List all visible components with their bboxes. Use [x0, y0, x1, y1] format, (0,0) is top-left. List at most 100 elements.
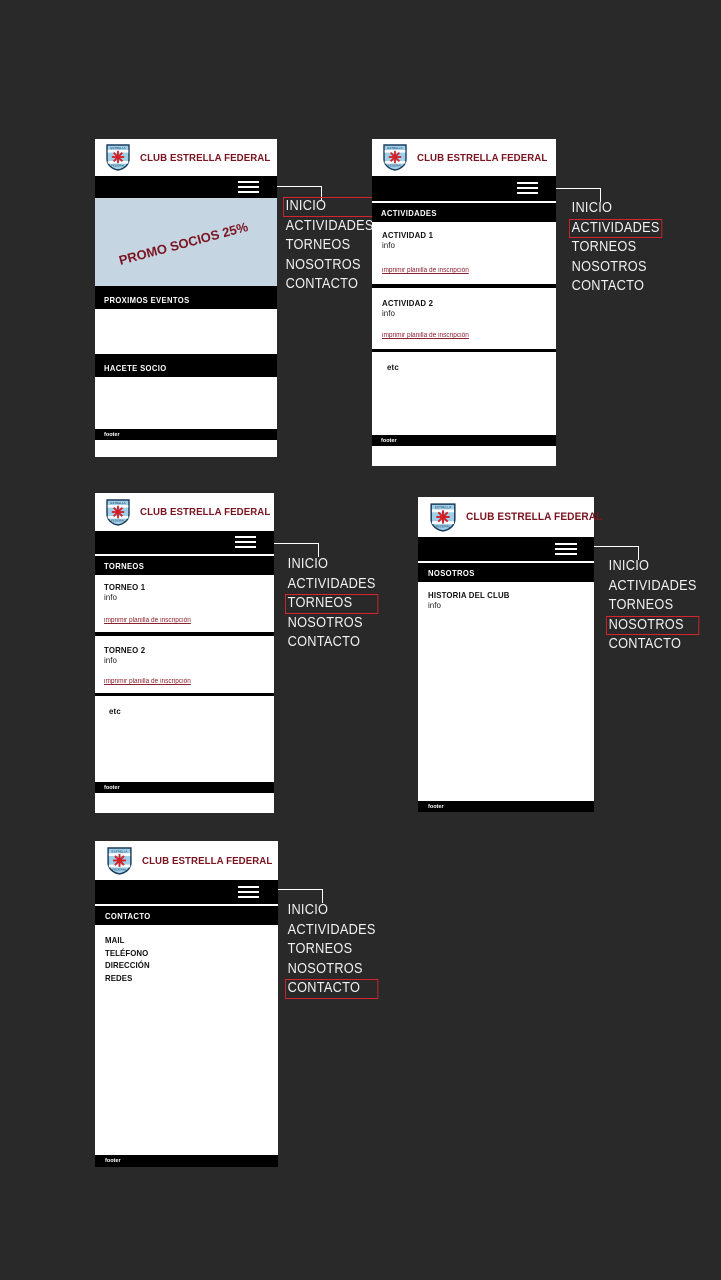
- hamburger-menu-icon[interactable]: [555, 543, 577, 555]
- section-bar-nosotros: NOSOTROS: [418, 563, 594, 582]
- app-header-nosotros: ESTRELLA FEDERAL CLUB ESTRELLA FEDERAL: [418, 497, 602, 537]
- menu-item-inicio[interactable]: INICIO: [283, 197, 377, 217]
- card-contacto-details: MAIL TELÉFONO DIRECCIÓN REDES: [95, 925, 278, 1155]
- footer-label: footer: [428, 803, 444, 810]
- footer-torneos: footer: [95, 782, 274, 793]
- brand-wordmark: CLUB ESTRELLA FEDERAL: [466, 511, 603, 523]
- section-bar-label: HACETE SOCIO: [104, 362, 167, 373]
- menu-item-torneos[interactable]: TORNEOS: [285, 940, 378, 960]
- menu-item-nosotros[interactable]: NOSOTROS: [569, 258, 662, 278]
- print-form-link[interactable]: imprimir planilla de inscripción: [382, 332, 469, 339]
- footer-inicio: footer: [95, 429, 277, 440]
- card-etc: etc: [95, 696, 274, 782]
- card-subtitle: info: [104, 656, 117, 665]
- navbar-torneos: [95, 531, 274, 554]
- hamburger-menu-icon[interactable]: [235, 536, 256, 548]
- mockup-actividades: ESTRELLA FEDERAL CLUB ESTRELLA FEDERAL A…: [372, 139, 556, 466]
- print-form-link[interactable]: imprimir planilla de inscripción: [104, 617, 191, 624]
- brand-wordmark: CLUB ESTRELLA FEDERAL: [417, 151, 548, 164]
- svg-text:FEDERAL: FEDERAL: [436, 524, 451, 528]
- brand-wordmark: CLUB ESTRELLA FEDERAL: [140, 151, 271, 164]
- card-title: ACTIVIDAD 1: [382, 230, 434, 240]
- club-shield-logo: ESTRELLA FEDERAL: [106, 498, 130, 526]
- print-form-link[interactable]: imprimir planilla de inscripción: [104, 678, 191, 685]
- mockup-torneos: ESTRELLA FEDERAL CLUB ESTRELLA FEDERAL T…: [95, 493, 274, 813]
- card-subtitle: info: [382, 241, 395, 250]
- menu-item-actividades[interactable]: ACTIVIDADES: [285, 921, 378, 941]
- section-bar-contacto: CONTACTO: [95, 906, 278, 925]
- app-header-inicio: ESTRELLA FEDERAL CLUB ESTRELLA FEDERAL: [95, 139, 277, 176]
- menu-item-torneos[interactable]: TORNEOS: [606, 596, 699, 616]
- svg-text:ESTRELLA: ESTRELLA: [435, 505, 452, 509]
- menu-item-torneos[interactable]: TORNEOS: [569, 238, 662, 258]
- card-torneo-2: TORNEO 2 info imprimir planilla de inscr…: [95, 636, 274, 693]
- menu-item-inicio[interactable]: INICIO: [285, 555, 378, 575]
- menu-item-contacto[interactable]: CONTACTO: [283, 275, 376, 295]
- hamburger-menu-icon[interactable]: [517, 182, 538, 194]
- menu-item-actividades[interactable]: ACTIVIDADES: [285, 575, 378, 595]
- navbar-contacto: [95, 880, 278, 904]
- svg-text:FEDERAL: FEDERAL: [388, 164, 402, 168]
- footer-nosotros: footer: [418, 801, 594, 812]
- menu-list-torneos[interactable]: INICIO ACTIVIDADES TORNEOS NOSOTROS CONT…: [285, 555, 391, 653]
- brand-wordmark: CLUB ESTRELLA FEDERAL: [140, 506, 271, 518]
- section-bar-proximos-eventos: PROXIMOS EVENTOS: [95, 290, 277, 309]
- card-title: TORNEO 2: [104, 645, 146, 655]
- svg-text:ESTRELLA: ESTRELLA: [387, 146, 402, 150]
- hamburger-menu-icon[interactable]: [238, 886, 259, 898]
- card-title: TORNEO 1: [104, 582, 146, 592]
- app-header-torneos: ESTRELLA FEDERAL CLUB ESTRELLA FEDERAL: [95, 493, 274, 531]
- card-subtitle: info: [428, 601, 441, 610]
- menu-item-contacto[interactable]: CONTACTO: [285, 979, 379, 999]
- menu-item-nosotros[interactable]: NOSOTROS: [285, 960, 378, 980]
- print-form-link[interactable]: imprimir planilla de inscripción: [382, 267, 469, 274]
- section-bar-label: PROXIMOS EVENTOS: [104, 294, 190, 305]
- menu-list-nosotros[interactable]: INICIO ACTIVIDADES TORNEOS NOSOTROS CONT…: [606, 557, 712, 655]
- mockup-contacto: ESTRELLA FEDERAL CLUB ESTRELLA FEDERAL C…: [95, 841, 278, 1167]
- card-subtitle: info: [104, 593, 117, 602]
- menu-item-nosotros[interactable]: NOSOTROS: [285, 614, 378, 634]
- promo-hero-banner: PROMO SOCIOS 25%: [95, 198, 277, 286]
- menu-item-contacto[interactable]: CONTACTO: [606, 635, 699, 655]
- section-bar-actividades: ACTIVIDADES: [372, 203, 556, 222]
- menu-item-inicio[interactable]: INICIO: [606, 557, 699, 577]
- menu-item-torneos[interactable]: TORNEOS: [285, 594, 379, 614]
- navbar-actividades: [372, 176, 556, 201]
- menu-item-actividades[interactable]: ACTIVIDADES: [606, 577, 699, 597]
- section-bar-label: ACTIVIDADES: [381, 207, 437, 218]
- app-header-contacto: ESTRELLA FEDERAL CLUB ESTRELLA FEDERAL: [95, 841, 278, 880]
- mockup-nosotros: ESTRELLA FEDERAL CLUB ESTRELLA FEDERAL N…: [418, 497, 602, 812]
- app-header-actividades: ESTRELLA FEDERAL CLUB ESTRELLA FEDERAL: [372, 139, 556, 176]
- card-actividad-1: ACTIVIDAD 1 info imprimir planilla de in…: [372, 222, 556, 284]
- brand-wordmark: CLUB ESTRELLA FEDERAL: [142, 854, 273, 867]
- mockup-inicio: ESTRELLA FEDERAL CLUB ESTRELLA FEDERAL P…: [95, 139, 277, 457]
- card-title: ACTIVIDAD 2: [382, 298, 434, 308]
- menu-item-torneos[interactable]: TORNEOS: [283, 236, 376, 256]
- menu-item-inicio[interactable]: INICIO: [569, 199, 662, 219]
- svg-text:FEDERAL: FEDERAL: [111, 518, 125, 522]
- menu-item-contacto[interactable]: CONTACTO: [285, 633, 378, 653]
- card-title: HISTORIA DEL CLUB: [428, 590, 510, 600]
- section-bar-label: NOSOTROS: [428, 567, 475, 578]
- promo-hero-text: PROMO SOCIOS 25%: [117, 219, 250, 268]
- menu-item-nosotros[interactable]: NOSOTROS: [606, 615, 700, 635]
- menu-item-contacto[interactable]: CONTACTO: [569, 277, 662, 297]
- menu-item-actividades[interactable]: ACTIVIDADES: [283, 217, 376, 237]
- contact-item-redes: REDES: [105, 972, 133, 983]
- card-title: etc: [109, 706, 121, 716]
- contact-item-direccion: DIRECCIÓN: [105, 960, 150, 970]
- menu-item-actividades[interactable]: ACTIVIDADES: [569, 218, 663, 238]
- contact-list: MAIL TELÉFONO DIRECCIÓN REDES: [105, 934, 278, 984]
- section-bar-hacete-socio: HACETE SOCIO: [95, 358, 277, 377]
- menu-list-contacto[interactable]: INICIO ACTIVIDADES TORNEOS NOSOTROS CONT…: [285, 901, 391, 999]
- club-shield-logo: ESTRELLA FEDERAL: [430, 502, 456, 532]
- hamburger-menu-icon[interactable]: [238, 181, 259, 193]
- footer-actividades: footer: [372, 435, 556, 446]
- footer-label: footer: [105, 1158, 121, 1164]
- card-actividad-2: ACTIVIDAD 2 info imprimir planilla de in…: [372, 288, 556, 349]
- svg-text:ESTRELLA: ESTRELLA: [112, 849, 129, 853]
- menu-item-nosotros[interactable]: NOSOTROS: [283, 256, 376, 276]
- menu-list-actividades[interactable]: INICIO ACTIVIDADES TORNEOS NOSOTROS CONT…: [569, 199, 675, 297]
- card-title: etc: [387, 362, 399, 372]
- menu-item-inicio[interactable]: INICIO: [285, 901, 378, 921]
